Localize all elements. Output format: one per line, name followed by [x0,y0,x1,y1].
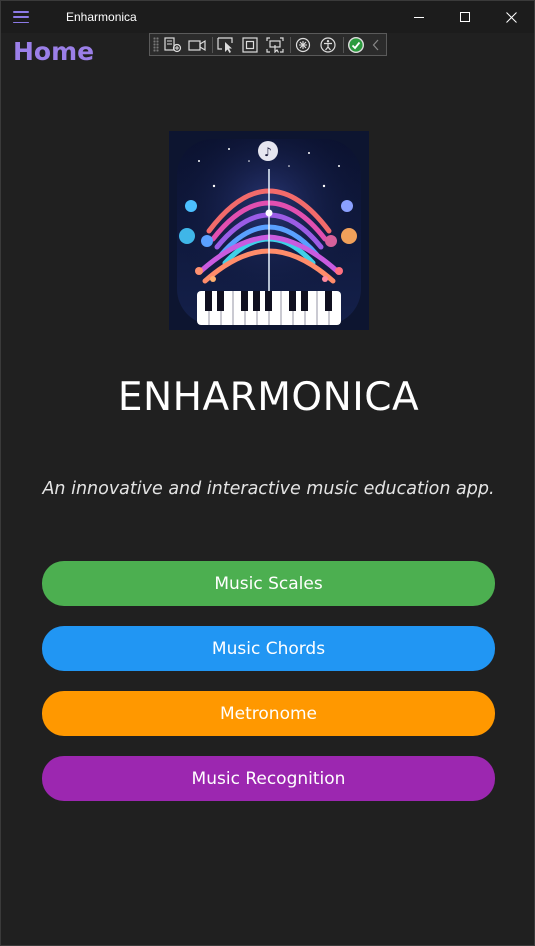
music-scales-button[interactable]: Music Scales [42,561,495,606]
record-icon[interactable] [187,36,207,54]
collapse-icon[interactable] [371,36,381,54]
app-name-heading: ENHARMONICA [117,375,420,420]
title-bar: Enharmonica [1,1,534,33]
binding-ok-icon[interactable] [347,36,367,54]
track-focus-icon[interactable] [265,36,285,54]
music-chords-button[interactable]: Music Chords [42,626,495,671]
metronome-button[interactable]: Metronome [42,691,495,736]
svg-text:♪: ♪ [264,145,272,159]
page-title: Home [13,37,95,66]
minimize-icon [414,16,424,18]
live-visual-tree-icon[interactable] [163,36,183,54]
close-icon [505,11,517,23]
display-layout-adorners-icon[interactable] [240,36,260,54]
maximize-icon [460,12,470,22]
select-element-icon[interactable] [216,36,236,54]
hamburger-menu-icon[interactable] [11,9,31,25]
app-window: Enharmonica Home ♪ ENHARMONICA An innova… [0,0,535,946]
app-tagline: An innovative and interactive music educ… [42,479,495,499]
hot-reload-icon[interactable] [294,36,314,54]
accessibility-icon[interactable] [318,36,338,54]
window-title: Enharmonica [66,10,137,24]
maximize-button[interactable] [442,1,488,33]
minimize-button[interactable] [396,1,442,33]
xaml-debug-toolbar [149,33,387,56]
toolbar-grip-icon[interactable] [153,37,159,52]
music-logo-icon: ♪ [169,131,369,330]
close-button[interactable] [488,1,534,33]
music-recognition-button[interactable]: Music Recognition [42,756,495,801]
